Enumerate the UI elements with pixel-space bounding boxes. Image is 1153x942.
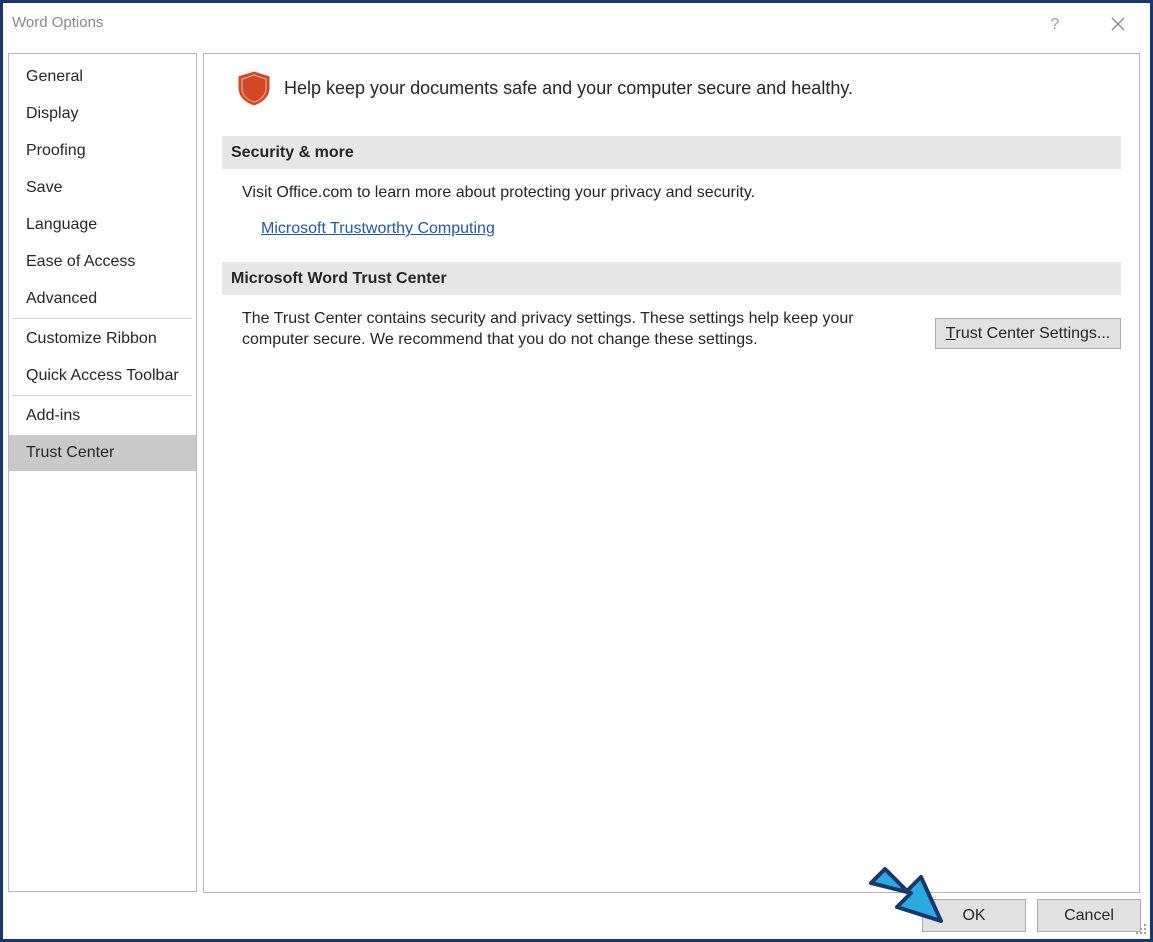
options-sidebar: General Display Proofing Save Language E… — [8, 53, 197, 892]
sidebar-item-label: Ease of Access — [26, 253, 136, 270]
close-icon — [1111, 17, 1125, 31]
close-button[interactable] — [1103, 9, 1133, 39]
sidebar-item-save[interactable]: Save — [9, 170, 196, 206]
sidebar-item-add-ins[interactable]: Add-ins — [9, 398, 196, 434]
button-label: rust Center Settings... — [955, 324, 1111, 342]
section-header-trust-center: Microsoft Word Trust Center — [222, 262, 1121, 295]
sidebar-item-label: Display — [26, 105, 79, 122]
sidebar-item-label: General — [26, 68, 83, 85]
shield-icon — [237, 70, 271, 107]
sidebar-item-ease-of-access[interactable]: Ease of Access — [9, 244, 196, 280]
sidebar-item-display[interactable]: Display — [9, 96, 196, 132]
sidebar-divider — [12, 395, 192, 396]
sidebar-item-label: Save — [26, 179, 63, 196]
sidebar-item-label: Quick Access Toolbar — [26, 367, 179, 384]
trustworthy-computing-link[interactable]: Microsoft Trustworthy Computing — [261, 220, 495, 238]
sidebar-item-label: Language — [26, 216, 98, 233]
resize-grip-icon[interactable] — [1135, 923, 1147, 935]
sidebar-item-quick-access-toolbar[interactable]: Quick Access Toolbar — [9, 358, 196, 394]
panel-header: Help keep your documents safe and your c… — [234, 68, 853, 108]
sidebar-item-label: Proofing — [26, 142, 86, 159]
security-description: Visit Office.com to learn more about pro… — [242, 184, 756, 201]
sidebar-item-customize-ribbon[interactable]: Customize Ribbon — [9, 321, 196, 357]
accelerator-key: T — [945, 324, 956, 342]
sidebar-item-label: Add-ins — [26, 407, 81, 424]
section-header-security: Security & more — [222, 136, 1121, 169]
sidebar-item-label: Customize Ribbon — [26, 330, 157, 347]
trust-center-description: The Trust Center contains security and p… — [242, 308, 882, 350]
sidebar-item-proofing[interactable]: Proofing — [9, 133, 196, 169]
word-options-dialog: Word Options ? General Display Proofing … — [0, 0, 1153, 942]
panel-header-text: Help keep your documents safe and your c… — [284, 77, 853, 98]
help-icon: ? — [1050, 16, 1060, 33]
sidebar-item-advanced[interactable]: Advanced — [9, 281, 196, 317]
trust-center-description-line1: The Trust Center contains security and p… — [242, 310, 854, 327]
sidebar-item-label: Advanced — [26, 290, 98, 307]
trust-center-description-line2: computer secure. We recommend that you d… — [242, 331, 758, 348]
sidebar-item-language[interactable]: Language — [9, 207, 196, 243]
sidebar-item-label: Trust Center — [26, 444, 115, 461]
trust-center-settings-button[interactable]: Trust Center Settings... — [935, 318, 1121, 349]
sidebar-item-general[interactable]: General — [9, 59, 196, 95]
window-title: Word Options — [12, 14, 104, 31]
sidebar-divider — [12, 318, 192, 319]
sidebar-item-trust-center[interactable]: Trust Center — [9, 435, 196, 471]
cancel-button[interactable]: Cancel — [1037, 899, 1141, 932]
title-bar: Word Options ? — [3, 3, 1150, 45]
trust-center-panel: Help keep your documents safe and your c… — [203, 53, 1140, 893]
help-button[interactable]: ? — [1041, 11, 1069, 39]
pointer-arrow-icon — [869, 867, 943, 923]
